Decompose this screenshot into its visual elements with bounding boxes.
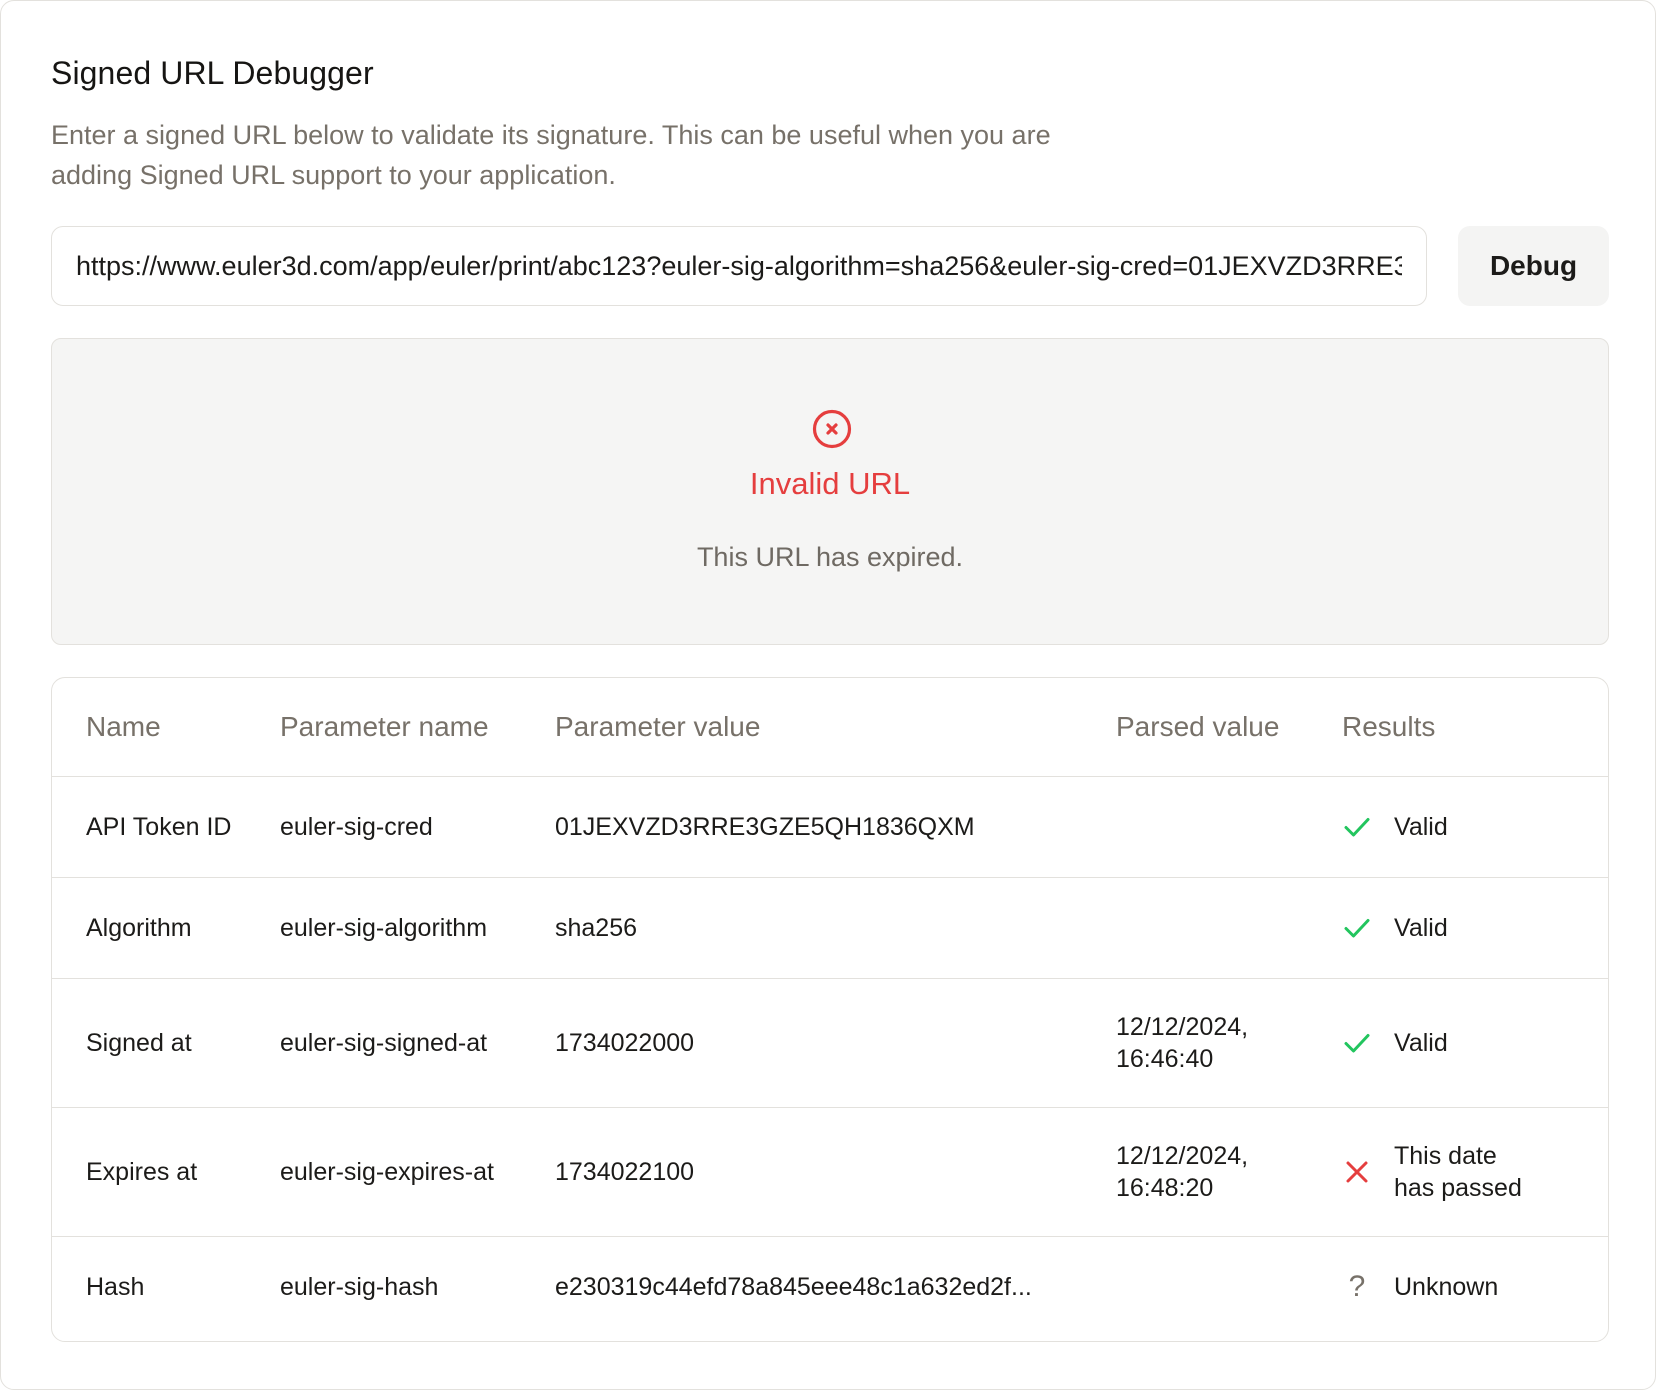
cell-parameter-name: euler-sig-hash bbox=[280, 1236, 555, 1337]
cell-name: Expires at bbox=[52, 1107, 280, 1237]
result-text: Unknown bbox=[1394, 1273, 1499, 1301]
signed-url-debugger-panel: Signed URL Debugger Enter a signed URL b… bbox=[0, 0, 1656, 1390]
status-title: Invalid URL bbox=[749, 466, 911, 501]
table-header-row: Name Parameter name Parameter value Pars… bbox=[52, 678, 1608, 777]
table-row: Signed at euler-sig-signed-at 1734022000… bbox=[52, 978, 1608, 1108]
question-icon: ? bbox=[1348, 1270, 1366, 1303]
x-icon bbox=[1342, 1157, 1372, 1187]
debug-button[interactable]: Debug bbox=[1458, 226, 1609, 306]
check-icon bbox=[1342, 812, 1372, 842]
cell-result: ? Unknown bbox=[1342, 1236, 1608, 1337]
cell-result: This date has passed bbox=[1342, 1107, 1608, 1237]
cell-result: Valid bbox=[1342, 877, 1608, 979]
column-header-parsed-value: Parsed value bbox=[1116, 711, 1280, 742]
cell-parameter-name: euler-sig-signed-at bbox=[280, 978, 555, 1108]
result-text: Valid bbox=[1394, 1029, 1448, 1057]
table-row: Algorithm euler-sig-algorithm sha256 Val… bbox=[52, 877, 1608, 979]
page-title: Signed URL Debugger bbox=[51, 55, 374, 91]
cell-result: Valid bbox=[1342, 776, 1608, 878]
status-message: This URL has expired. bbox=[696, 542, 964, 572]
cell-parameter-value: sha256 bbox=[555, 877, 1116, 979]
cell-parsed-value bbox=[1116, 877, 1342, 979]
result-text: Valid bbox=[1394, 914, 1448, 942]
cell-parsed-value: 12/12/2024, 16:46:40 bbox=[1116, 978, 1342, 1108]
cell-name: API Token ID bbox=[52, 776, 280, 878]
cell-parameter-value: 1734022100 bbox=[555, 1107, 1116, 1237]
check-icon bbox=[1342, 1028, 1372, 1058]
validation-status-box: Invalid URL This URL has expired. bbox=[51, 338, 1609, 645]
table-row: API Token ID euler-sig-cred 01JEXVZD3RRE… bbox=[52, 776, 1608, 878]
cell-name: Hash bbox=[52, 1236, 280, 1337]
table-row: Expires at euler-sig-expires-at 17340221… bbox=[52, 1107, 1608, 1237]
cell-parsed-value bbox=[1116, 776, 1342, 878]
signed-url-input[interactable] bbox=[51, 226, 1427, 306]
result-text: Valid bbox=[1394, 813, 1448, 841]
result-text: This date has passed bbox=[1394, 1142, 1522, 1202]
cell-parameter-name: euler-sig-expires-at bbox=[280, 1107, 555, 1237]
cell-name: Signed at bbox=[52, 978, 280, 1108]
parameters-table: Name Parameter name Parameter value Pars… bbox=[51, 677, 1609, 1342]
cell-name: Algorithm bbox=[52, 877, 280, 979]
column-header-parameter-name: Parameter name bbox=[280, 711, 489, 742]
cell-parameter-name: euler-sig-cred bbox=[280, 776, 555, 878]
cell-parameter-value: 01JEXVZD3RRE3GZE5QH1836QXM bbox=[555, 776, 1116, 878]
column-header-results: Results bbox=[1342, 711, 1436, 742]
cell-parameter-name: euler-sig-algorithm bbox=[280, 877, 555, 979]
cell-parameter-value: 1734022000 bbox=[555, 978, 1116, 1108]
check-icon bbox=[1342, 913, 1372, 943]
cell-parsed-value: 12/12/2024, 16:48:20 bbox=[1116, 1107, 1342, 1237]
column-header-parameter-value: Parameter value bbox=[555, 711, 761, 742]
x-circle-icon bbox=[812, 409, 852, 449]
page-description: Enter a signed URL below to validate its… bbox=[51, 120, 1051, 190]
cell-parsed-value bbox=[1116, 1236, 1342, 1337]
cell-parameter-value: e230319c44efd78a845eee48c1a632ed2f... bbox=[555, 1236, 1116, 1337]
column-header-name: Name bbox=[86, 711, 161, 742]
cell-result: Valid bbox=[1342, 978, 1608, 1108]
table-row: Hash euler-sig-hash e230319c44efd78a845e… bbox=[52, 1236, 1608, 1337]
